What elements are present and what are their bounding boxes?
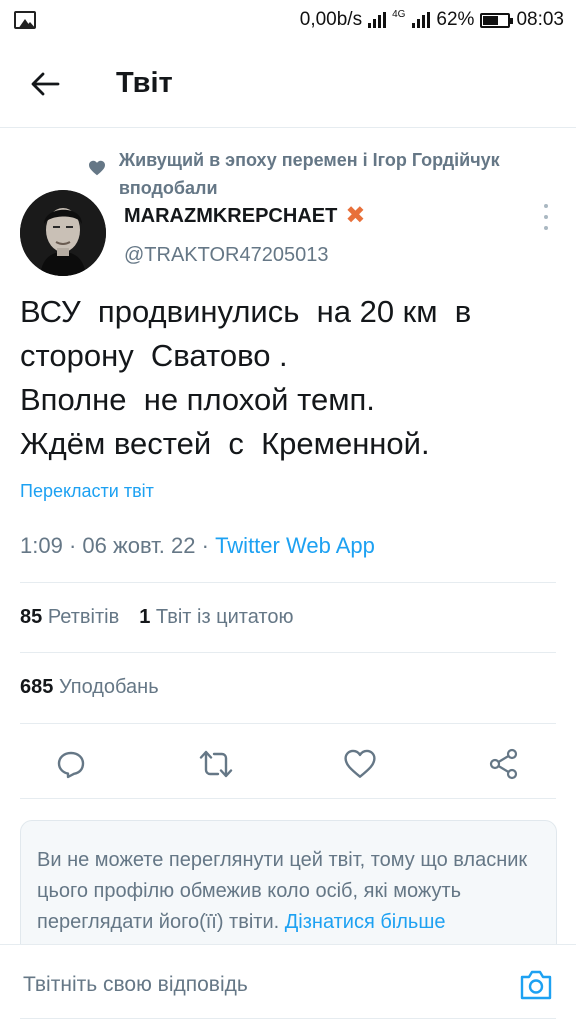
tweet-author: MARAZMKREPCHAET ✖ @TRAKTOR47205013 xyxy=(20,190,560,280)
author-name[interactable]: MARAZMKREPCHAET ✖ xyxy=(124,204,365,228)
image-notification-icon xyxy=(14,11,36,29)
reply-bar: Твітніть свою відповідь xyxy=(0,944,576,1024)
tweet-text: ВСУ продвинулись на 20 км в сторону Сват… xyxy=(20,290,560,466)
tweet-actions xyxy=(0,738,576,788)
like-icon xyxy=(344,749,376,778)
divider xyxy=(20,798,556,799)
share-icon xyxy=(489,748,518,780)
likes-count: 685 xyxy=(20,676,54,698)
retweet-icon xyxy=(199,750,233,778)
reply-input[interactable]: Твітніть свою відповідь xyxy=(23,973,248,997)
top-app-bar: Твіт xyxy=(0,40,576,128)
network-type: 4G xyxy=(392,9,406,20)
quotes-count: 1 xyxy=(139,606,151,628)
likes-stat[interactable]: 685 Уподобань xyxy=(20,676,159,699)
share-button[interactable] xyxy=(484,744,524,784)
status-bar: 0,00b/s 4G 62% 08:03 xyxy=(0,0,576,40)
reply-icon xyxy=(57,751,85,779)
tweet-meta: 1:09 · 06 жовт. 22 · Twitter Web App xyxy=(20,533,375,559)
clock: 08:03 xyxy=(516,9,564,30)
author-handle[interactable]: @TRAKTOR47205013 xyxy=(124,244,328,267)
retweets-stat[interactable]: 85 Ретвітів xyxy=(20,606,119,629)
tweet-text-line: Ждём вестей с Кременной. xyxy=(20,426,430,461)
more-dot-icon xyxy=(544,226,548,230)
retweets-count: 85 xyxy=(20,606,43,628)
divider xyxy=(20,652,556,653)
badge-x-icon: ✖ xyxy=(345,202,366,229)
tweet-time: 1:09 xyxy=(20,533,63,558)
retweet-stats: 85 Ретвітів 1 Твіт із цитатою xyxy=(20,606,294,629)
camera-button[interactable] xyxy=(518,967,554,1003)
avatar-portrait xyxy=(20,190,106,276)
more-dot-icon xyxy=(544,204,548,208)
more-dot-icon xyxy=(544,215,548,219)
meta-separator: · xyxy=(201,533,209,558)
translate-tweet-link[interactable]: Перекласти твіт xyxy=(20,481,154,502)
quotes-label: Твіт із цитатою xyxy=(155,606,294,628)
like-button[interactable] xyxy=(340,744,380,784)
signal-icon xyxy=(368,12,387,28)
signal-icon-2 xyxy=(412,12,431,28)
avatar[interactable] xyxy=(20,190,106,276)
back-button[interactable] xyxy=(0,40,90,128)
quotes-stat[interactable]: 1 Твіт із цитатою xyxy=(139,606,293,629)
divider xyxy=(20,582,556,583)
tweet-date: 06 жовт. 22 xyxy=(82,533,196,558)
tweet-text-line: ВСУ продвинулись на 20 км в xyxy=(20,294,472,329)
meta-separator: · xyxy=(68,533,77,558)
likes-label: Уподобань xyxy=(58,676,159,698)
page-title: Твіт xyxy=(116,67,173,99)
retweet-button[interactable] xyxy=(196,744,236,784)
battery-icon xyxy=(480,12,514,28)
notice-text: Ви не можете переглянути цей твіт, тому … xyxy=(37,849,528,933)
tweet-text-line: Вполне не плохой темп. xyxy=(20,382,375,417)
arrow-left-icon xyxy=(31,72,60,95)
divider xyxy=(20,723,556,724)
battery-fill xyxy=(483,15,499,25)
tweet-source-link[interactable]: Twitter Web App xyxy=(215,533,375,558)
reply-underline xyxy=(20,1018,556,1019)
heart-icon xyxy=(89,160,105,176)
network-speed: 0,00b/s xyxy=(299,9,363,30)
tweet-text-line: сторону Сватово . xyxy=(20,338,288,373)
learn-more-link[interactable]: Дізнатися більше xyxy=(285,911,446,933)
battery-percent: 62% xyxy=(436,9,475,30)
reply-button[interactable] xyxy=(51,744,91,784)
author-display-name: MARAZMKREPCHAET xyxy=(124,204,338,227)
more-options-button[interactable] xyxy=(540,204,552,230)
camera-icon xyxy=(520,970,552,1000)
retweets-label: Ретвітів xyxy=(47,606,120,628)
